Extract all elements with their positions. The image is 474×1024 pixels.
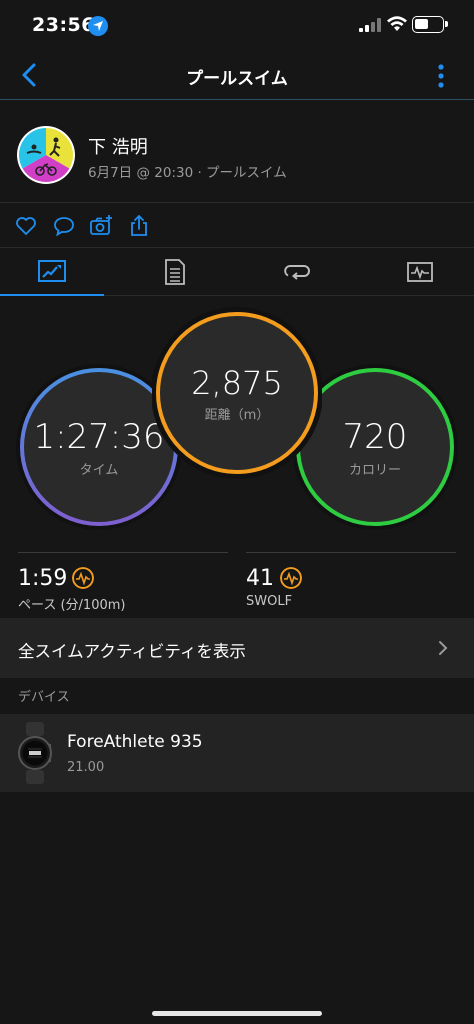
page-title: プールスイム <box>186 69 288 89</box>
laps-icon <box>284 265 310 280</box>
summary-circles: 1:27:36 タイム 720 カロリー 2,875 距離（m） <box>0 300 474 540</box>
share-icon[interactable] <box>127 214 151 238</box>
pace-chart-icon[interactable] <box>72 567 94 589</box>
watch-image <box>18 722 52 784</box>
status-bar: 23:56 <box>0 0 474 50</box>
nav-bar: プールスイム <box>0 50 474 100</box>
activity-date-type: 6月7日 @ 20:30 · プールスイム <box>88 165 287 181</box>
more-vertical-icon[interactable] <box>438 64 444 88</box>
action-bar <box>0 204 474 248</box>
time-label: タイム <box>79 462 119 478</box>
add-photo-icon[interactable] <box>89 214 113 238</box>
heart-icon[interactable] <box>14 214 38 238</box>
chart-icon <box>407 262 433 282</box>
location-arrow-icon <box>88 16 108 36</box>
pace-label: ペース (分/100m) <box>18 598 126 613</box>
activity-tabs <box>0 248 474 296</box>
tab-laps[interactable] <box>245 248 349 296</box>
pace-value: 1:59 <box>18 566 68 591</box>
device-name: ForeAthlete 935 <box>67 732 203 752</box>
chevron-right-icon <box>439 641 448 655</box>
overview-icon <box>38 260 66 282</box>
all-swim-activities-label: 全スイムアクティビティを表示 <box>18 642 246 661</box>
device-row[interactable]: ForeAthlete 935 21.00 <box>0 714 474 792</box>
time-value: 1:27:36 <box>33 416 165 457</box>
swolf-label: SWOLF <box>246 594 293 609</box>
status-time: 23:56 <box>32 14 95 36</box>
tab-stats[interactable] <box>123 248 227 296</box>
all-swim-activities-row[interactable]: 全スイムアクティビティを表示 <box>0 618 474 678</box>
user-name: 下 浩明 <box>88 137 148 158</box>
calories-label: カロリー <box>348 462 401 478</box>
distance-value: 2,875 <box>191 363 283 402</box>
comment-icon[interactable] <box>52 214 76 238</box>
swolf-chart-icon[interactable] <box>280 567 302 589</box>
home-indicator[interactable] <box>152 1011 322 1016</box>
distance-circle[interactable]: 2,875 距離（m） <box>160 314 314 472</box>
triathlon-avatar-icon[interactable] <box>16 125 76 185</box>
stats-document-icon <box>165 259 185 285</box>
wifi-icon <box>387 16 407 31</box>
battery-icon <box>412 16 448 33</box>
metrics-row: 1:59 ペース (分/100m) 41 SWOLF <box>0 552 474 616</box>
tab-overview[interactable] <box>0 248 104 296</box>
device-section-title: デバイス <box>18 690 70 705</box>
cellular-signal-icon <box>359 18 381 32</box>
activity-header: 下 浩明 6月7日 @ 20:30 · プールスイム <box>0 101 474 203</box>
tab-charts[interactable] <box>368 248 472 296</box>
distance-label: 距離（m） <box>204 407 270 423</box>
swolf-value: 41 <box>246 566 274 591</box>
calories-value: 720 <box>342 416 408 457</box>
device-version: 21.00 <box>67 760 105 775</box>
